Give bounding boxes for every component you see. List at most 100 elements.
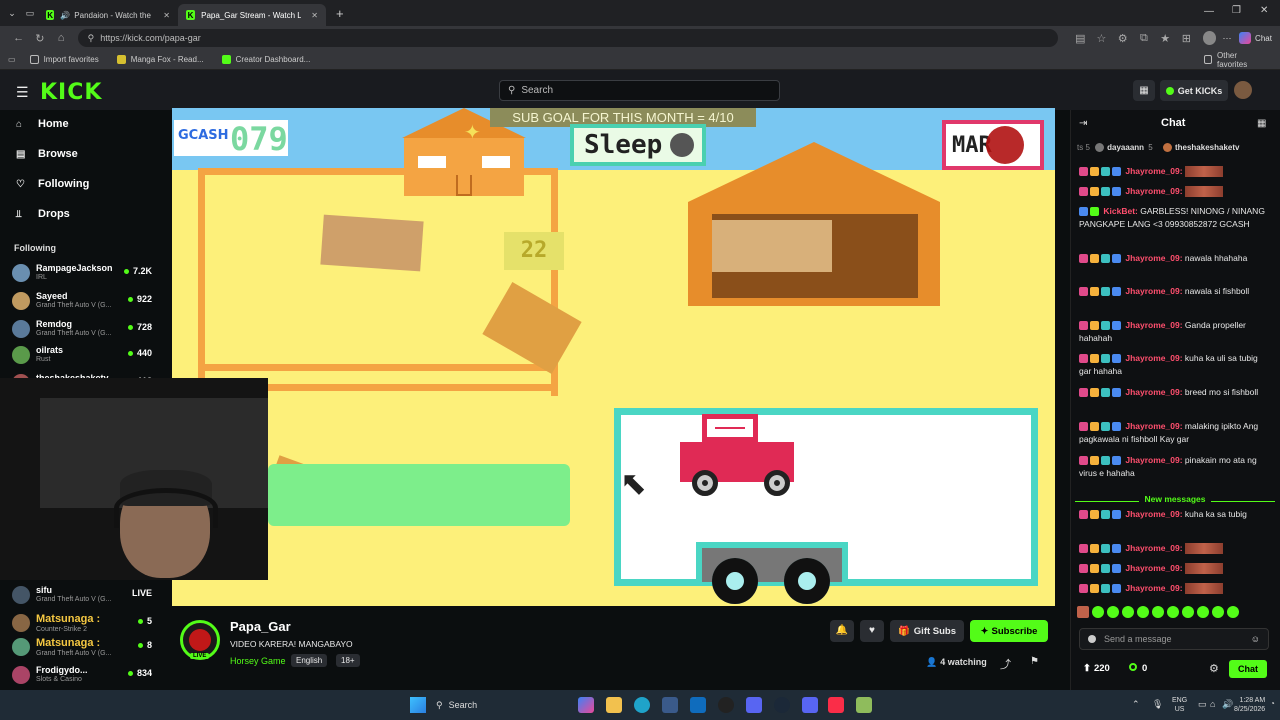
back-icon[interactable]: ← (8, 32, 29, 44)
following-channel[interactable]: Matsunaga : Grand Theft Auto V (G... 8 (12, 636, 152, 660)
chat-message[interactable]: Jhayrome_09: kuha ka sa tubig (1079, 508, 1269, 521)
chat-send-button[interactable]: Chat (1229, 660, 1267, 678)
emote-icon[interactable] (1212, 606, 1224, 618)
chat-message[interactable]: Jhayrome_09: breed mo si fishboll (1079, 386, 1269, 399)
following-channel[interactable]: Frodigydo... Slots & Casino 834 (12, 664, 152, 688)
notification-button[interactable]: 🔔 (830, 620, 854, 642)
edge-icon[interactable] (634, 697, 650, 713)
reader-icon[interactable]: ▤ (1070, 32, 1091, 45)
refresh-icon[interactable]: ↻ (29, 32, 50, 45)
chat-input[interactable]: Send a message ☺ (1079, 628, 1269, 650)
discord-icon[interactable] (746, 697, 762, 713)
following-channel[interactable]: Matsunaga : Counter-Strike 2 5 (12, 612, 152, 636)
favorite-star-icon[interactable]: ☆ (1091, 32, 1112, 45)
profile-chat-label[interactable]: Chat (1255, 34, 1272, 43)
category-link[interactable]: Horsey Game (230, 656, 286, 666)
emote-icon[interactable] (1122, 606, 1134, 618)
chat-message[interactable]: Jhayrome_09: Ganda propeller hahahah (1079, 319, 1269, 345)
favorites-icon[interactable]: ★ (1155, 32, 1176, 45)
more-icon[interactable]: ⋯ (1222, 33, 1231, 44)
windows-start-icon[interactable] (410, 697, 426, 713)
chat-message[interactable]: KickBet: GARBLESS! NINONG / NINANG PANGK… (1079, 205, 1269, 231)
hamburger-menu-icon[interactable]: ☰ (16, 84, 29, 101)
steam-icon[interactable] (774, 697, 790, 713)
following-channel[interactable]: RampageJackson IRL 7.2K (12, 262, 152, 286)
horse[interactable] (320, 214, 424, 272)
obs-icon[interactable] (718, 697, 734, 713)
kicks-display[interactable]: 0 (1129, 663, 1147, 674)
channel-name[interactable]: Papa_Gar (230, 619, 291, 634)
home-icon[interactable]: ⌂ (50, 32, 71, 44)
chat-message[interactable]: Jhayrome_09: kuha ka uli sa tubig gar ha… (1079, 352, 1269, 378)
bookmark-creator-dashboard[interactable]: Creator Dashboard... (221, 55, 310, 64)
sidebar-item-following[interactable]: ♡ Following (16, 178, 89, 190)
search-input[interactable]: ⚲ Search (499, 80, 780, 101)
chat-message[interactable]: Jhayrome_09: (1079, 542, 1269, 555)
subscribe-button[interactable]: ✦ Subscribe (970, 620, 1048, 642)
emoji-icon[interactable]: ☺ (1251, 634, 1260, 644)
collections-icon[interactable]: ⊞ (1176, 32, 1197, 45)
speaker-icon[interactable]: 🔊 (60, 11, 70, 20)
url-field[interactable]: ⚲ https://kick.com/papa-gar (77, 29, 1058, 47)
chat-message[interactable]: Jhayrome_09: malaking ipikto Ang pagkawa… (1079, 420, 1269, 446)
split-icon[interactable]: ⧉ (1133, 32, 1154, 45)
discord-icon[interactable] (802, 697, 818, 713)
sidebar-item-home[interactable]: ⌂ Home (16, 118, 69, 130)
tab-papa-gar[interactable]: K Papa_Gar Stream - Watch Live on ✕ (178, 4, 326, 26)
outlook-icon[interactable] (690, 697, 706, 713)
emote-icon[interactable] (1077, 606, 1089, 618)
collapse-chat-icon[interactable]: ⇥ (1079, 118, 1087, 129)
site-info-icon[interactable]: ⚲ (88, 33, 95, 44)
following-channel[interactable]: Sayeed Grand Theft Auto V (G... 922 (12, 290, 152, 314)
sidebar-item-browse[interactable]: ▤ Browse (16, 148, 78, 160)
following-channel[interactable]: Remdog Grand Theft Auto V (G... 728 (12, 318, 152, 342)
chat-message[interactable]: Jhayrome_09: nawala hhahaha (1079, 252, 1269, 265)
tab-menu-icon[interactable]: ⌄ (2, 8, 22, 19)
emote-icon[interactable] (1152, 606, 1164, 618)
chat-message[interactable]: Jhayrome_09: pinakain mo ata ng virus e … (1079, 454, 1269, 480)
report-icon[interactable]: ⚑ (1030, 656, 1039, 667)
close-tab-icon[interactable]: ✕ (311, 11, 318, 20)
other-favorites[interactable]: Other favorites (1204, 51, 1262, 69)
gift-subs-button[interactable]: 🎁 Gift Subs (890, 620, 964, 642)
sidebar-item-drops[interactable]: ⫫ Drops (16, 208, 70, 220)
tablet-icon[interactable]: ▭ (8, 55, 16, 64)
following-channel[interactable]: oilrats Rust 440 (12, 344, 152, 368)
bookmark-manga[interactable]: Manga Fox - Read... (116, 55, 204, 64)
copilot-taskbar-icon[interactable] (578, 697, 594, 713)
following-channel[interactable]: sifu Grand Theft Auto V (G... LIVE (12, 584, 152, 608)
barn-horse[interactable] (712, 220, 832, 272)
market-button[interactable]: MAR (942, 120, 1044, 170)
minimize-icon[interactable]: — (1204, 6, 1214, 17)
tag-english[interactable]: English (291, 654, 328, 667)
display-icon[interactable]: ▭ (1198, 699, 1207, 710)
close-window-icon[interactable]: ✕ (1260, 5, 1268, 16)
notification-center-icon[interactable]: ◔ (1270, 699, 1275, 708)
new-tab-icon[interactable]: + (336, 6, 344, 21)
emote-icon[interactable] (1137, 606, 1149, 618)
emote-icon[interactable] (1167, 606, 1179, 618)
file-explorer-icon[interactable] (606, 697, 622, 713)
close-tab-icon[interactable]: ✕ (163, 11, 170, 20)
chat-message[interactable]: Jhayrome_09: (1079, 185, 1269, 198)
emote-icon[interactable] (1092, 606, 1104, 618)
volume-icon[interactable]: 🔊 (1222, 699, 1233, 710)
tab-pandaion[interactable]: K 🔊 Pandaion - Watch the VOD o ✕ (38, 4, 178, 26)
microphone-icon[interactable]: 🎙 (1152, 699, 1163, 710)
points-display[interactable]: ⬆ 220 (1083, 663, 1110, 674)
extensions-icon[interactable]: ⚙ (1112, 32, 1133, 45)
share-icon[interactable]: ⤴ (1000, 656, 1011, 672)
tab-actions-icon[interactable]: ▭ (22, 8, 38, 19)
tag-18plus[interactable]: 18+ (336, 654, 360, 667)
stream-video-player[interactable]: GCASH 079 ✦ SUB GOAL FOR THIS MONTH = 4/… (172, 108, 1055, 606)
chat-settings-icon[interactable]: ⚙ (1209, 662, 1219, 675)
music-icon[interactable] (828, 697, 844, 713)
language-indicator[interactable]: ENG US (1172, 696, 1187, 714)
chat-users-icon[interactable]: ▦ (1257, 118, 1266, 129)
follow-button[interactable]: ♥ (860, 620, 884, 642)
emote-bar[interactable] (1077, 606, 1277, 620)
taskbar-search[interactable]: ⚲ Search (436, 696, 586, 714)
chat-message[interactable]: Jhayrome_09: (1079, 165, 1269, 178)
calculator-icon[interactable] (662, 697, 678, 713)
chat-message[interactable]: Jhayrome_09: nawala si fishboll (1079, 285, 1269, 298)
